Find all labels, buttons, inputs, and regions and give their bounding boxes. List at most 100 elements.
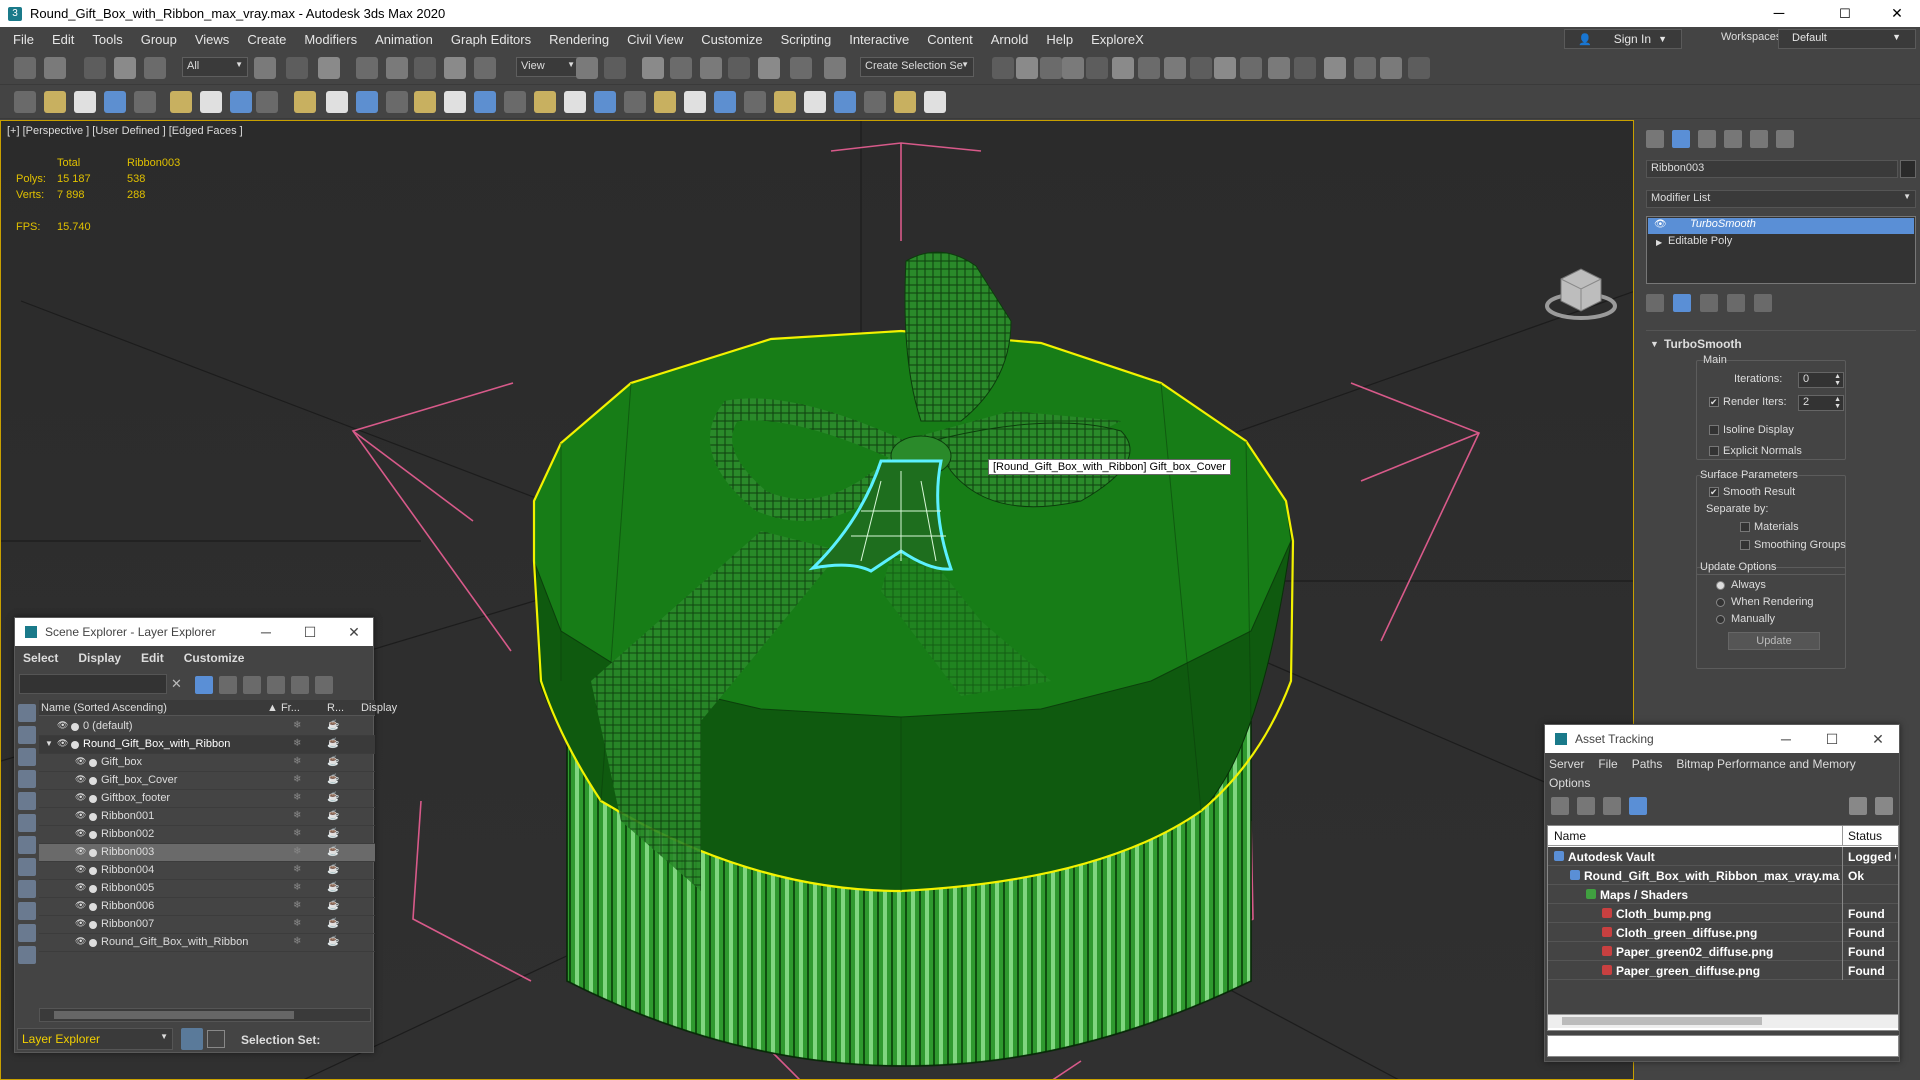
menu-views[interactable]: Views [186, 32, 238, 47]
manually-radio[interactable] [1716, 614, 1725, 624]
filter-type-icon[interactable] [18, 814, 36, 832]
update-button[interactable]: Update [1728, 632, 1820, 650]
tree-row[interactable]: 👁 0 (default) ❄ ☕ [39, 718, 375, 736]
display-tab-icon[interactable] [1750, 130, 1768, 148]
tree-row[interactable]: 👁 Ribbon005 ❄ ☕ [39, 880, 375, 898]
teapot-icon[interactable] [14, 91, 36, 113]
filter-type-icon[interactable] [18, 704, 36, 722]
arnold-ipr-icon[interactable] [1354, 57, 1376, 79]
eye-icon[interactable]: 👁 [75, 828, 86, 839]
eye-icon[interactable]: 👁 [75, 756, 86, 767]
rectangle-selection-icon[interactable] [318, 57, 340, 79]
shape-icon[interactable] [256, 91, 278, 113]
col-render-header[interactable]: R... [327, 702, 344, 714]
renderable-icon[interactable]: ☕ [327, 936, 339, 947]
render-in-cloud-icon[interactable] [1268, 57, 1290, 79]
freeze-icon[interactable]: ❄ [293, 918, 301, 929]
minimize-button[interactable]: ─ [1763, 725, 1809, 753]
at-menu-bitmap-performance-and-memory[interactable]: Bitmap Performance and Memory [1676, 755, 1855, 774]
maximize-button[interactable]: ☐ [287, 618, 333, 646]
cone-primitive-icon[interactable] [326, 91, 348, 113]
rock-icon[interactable] [684, 91, 706, 113]
menu-file[interactable]: File [4, 32, 43, 47]
object-name-field[interactable]: Ribbon003 [1646, 160, 1898, 178]
eye-icon[interactable]: 👁 [75, 900, 86, 911]
menu-animation[interactable]: Animation [366, 32, 442, 47]
eye-icon[interactable]: 👁 [75, 882, 86, 893]
se-menu-edit[interactable]: Edit [141, 651, 164, 665]
when-rendering-radio[interactable] [1716, 597, 1725, 607]
tree-row[interactable]: ▼ 👁 Round_Gift_Box_with_Ribbon ❄ ☕ [39, 736, 375, 754]
menu-customize[interactable]: Customize [692, 32, 771, 47]
render-iters-checkbox[interactable]: ✔ [1709, 397, 1719, 407]
asset-row[interactable]: Paper_green02_diffuse.png Found [1548, 942, 1898, 961]
col-display-header[interactable]: Display [361, 702, 397, 714]
geometry-icon[interactable] [230, 91, 252, 113]
renderable-icon[interactable]: ☕ [327, 828, 339, 839]
filter-type-icon[interactable] [18, 748, 36, 766]
filter-type-icon[interactable] [18, 792, 36, 810]
edit-named-selection-icon[interactable] [790, 57, 812, 79]
col-status-header[interactable]: Status [1848, 829, 1882, 843]
always-radio[interactable] [1716, 580, 1725, 590]
materials-checkbox[interactable] [1740, 522, 1750, 532]
freeze-icon[interactable]: ❄ [293, 936, 301, 947]
render-production-icon[interactable] [1214, 57, 1236, 79]
exploreX-icon[interactable] [1380, 57, 1402, 79]
configure-modifier-sets-icon[interactable] [1754, 294, 1772, 312]
explorer-type-dropdown[interactable]: Layer Explorer ▼ [17, 1028, 173, 1050]
eye-icon[interactable]: 👁 [75, 846, 86, 857]
viewport-label[interactable]: [+] [Perspective ] [User Defined ] [Edge… [7, 125, 243, 137]
modifier-list-dropdown[interactable]: Modifier List ▼ [1646, 190, 1916, 208]
se-menu-customize[interactable]: Customize [184, 651, 245, 665]
reference-coordinate-dropdown[interactable]: View ▼ [516, 57, 580, 77]
asset-row[interactable]: Cloth_green_diffuse.png Found [1548, 923, 1898, 942]
scatter-icon[interactable] [534, 91, 556, 113]
keyboard-shortcut-icon[interactable] [642, 57, 664, 79]
vault-help-icon[interactable] [1849, 797, 1867, 815]
add-to-layer-icon[interactable] [267, 676, 285, 694]
menu-modifiers[interactable]: Modifiers [295, 32, 366, 47]
col-freeze-header[interactable]: ▲ Fr... [267, 702, 300, 714]
select-scale-icon[interactable] [444, 57, 466, 79]
renderable-icon[interactable]: ☕ [327, 720, 339, 731]
freeze-icon[interactable]: ❄ [293, 756, 301, 767]
select-move-icon[interactable] [386, 57, 408, 79]
maximize-button[interactable]: ☐ [1809, 725, 1855, 753]
create-tab-icon[interactable] [1646, 130, 1664, 148]
asset-row[interactable]: Autodesk Vault Logged C [1548, 847, 1898, 866]
question-icon[interactable] [834, 91, 856, 113]
freeze-icon[interactable]: ❄ [293, 720, 301, 731]
clear-search-icon[interactable]: ✕ [171, 676, 182, 692]
menu-civil-view[interactable]: Civil View [618, 32, 692, 47]
materials-row[interactable]: Materials [1740, 518, 1799, 536]
col-name-header[interactable]: Name [1554, 829, 1586, 843]
asset-row[interactable]: Cloth_bump.png Found [1548, 904, 1898, 923]
camera-icon[interactable] [200, 91, 222, 113]
eye-icon[interactable]: 👁 [1654, 219, 1667, 230]
se-menu-display[interactable]: Display [78, 651, 121, 665]
asset-row[interactable]: Maps / Shaders [1548, 885, 1898, 904]
freeze-icon[interactable]: ❄ [293, 828, 301, 839]
motion-tab-icon[interactable] [1724, 130, 1742, 148]
renderable-icon[interactable]: ☕ [327, 918, 339, 929]
rendered-frame-icon[interactable] [1190, 57, 1212, 79]
isoline-checkbox[interactable] [1709, 425, 1719, 435]
tree-row[interactable]: 👁 Giftbox_footer ❄ ☕ [39, 790, 375, 808]
table-view-icon[interactable] [1603, 797, 1621, 815]
show-end-result-icon[interactable] [1673, 294, 1691, 312]
link-icon[interactable] [84, 57, 106, 79]
help-icon[interactable] [894, 91, 916, 113]
toggle-scene-explorer-icon[interactable] [1016, 57, 1038, 79]
misc-icon[interactable] [924, 91, 946, 113]
plant-icon[interactable] [624, 91, 646, 113]
sign-in-dropdown[interactable]: 👤 Sign In ▼ [1564, 29, 1682, 49]
menu-create[interactable]: Create [238, 32, 295, 47]
align-icon[interactable] [992, 57, 1014, 79]
filter-type-icon[interactable] [18, 858, 36, 876]
freeze-icon[interactable]: ❄ [293, 846, 301, 857]
remove-modifier-icon[interactable] [1727, 294, 1745, 312]
a360-icon[interactable] [1294, 57, 1316, 79]
disk-icon[interactable] [474, 91, 496, 113]
menu-interactive[interactable]: Interactive [840, 32, 918, 47]
